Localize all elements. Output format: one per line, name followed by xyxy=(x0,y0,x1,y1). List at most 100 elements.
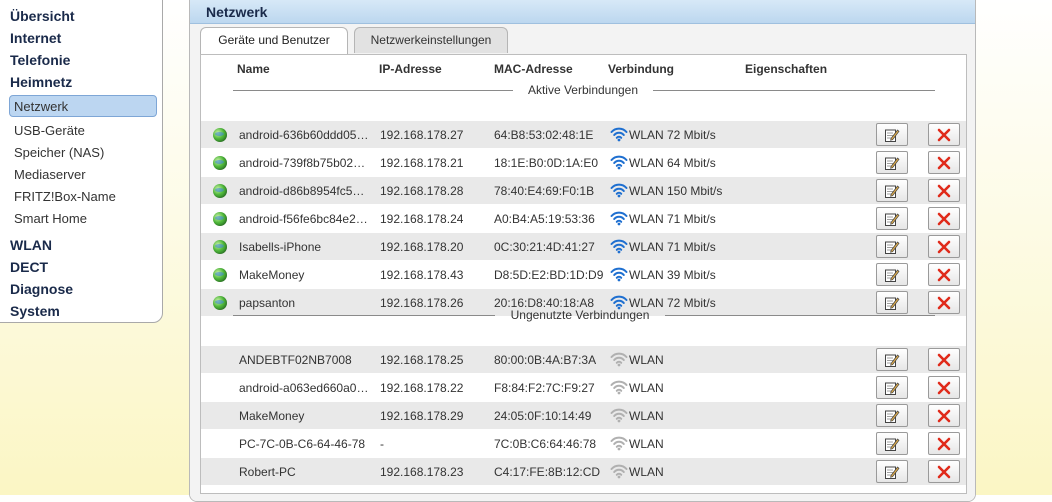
mac-address: 0C:30:21:4D:41:27 xyxy=(494,240,595,254)
wifi-icon xyxy=(610,462,628,480)
ip-address: 192.168.178.24 xyxy=(380,212,464,226)
sidebar-item-fritz-box-name[interactable]: FRITZ!Box-Name xyxy=(14,189,116,204)
ip-address: 192.168.178.29 xyxy=(380,409,464,423)
wifi-icon xyxy=(610,209,628,227)
ip-address: 192.168.178.43 xyxy=(380,268,464,282)
section-label-unused: Ungenutzte Verbindungen xyxy=(510,308,650,322)
delete-button[interactable] xyxy=(928,404,960,427)
sidebar-item-heimnetz[interactable]: Heimnetz xyxy=(10,74,72,90)
connection-status: WLAN xyxy=(629,409,664,423)
table-row[interactable]: android-f56fe6bc84e2… 192.168.178.24 A0:B4… xyxy=(201,205,966,232)
table-row[interactable]: PC-7C-0B-C6-64-46-78- 7C:0B:C6:64:46:78 WL… xyxy=(201,430,966,457)
column-header-connection[interactable]: Verbindung xyxy=(608,62,674,76)
table-row[interactable]: Isabells-iPhone 192.168.178.20 0C:30:21:4D… xyxy=(201,233,966,260)
delete-button[interactable] xyxy=(928,376,960,399)
device-name: android-a063ed660a0… xyxy=(239,381,369,395)
delete-button[interactable] xyxy=(928,151,960,174)
ip-address: 192.168.178.26 xyxy=(380,296,464,310)
device-name: papsanton xyxy=(239,296,296,310)
delete-button[interactable] xyxy=(928,460,960,483)
panel-header: Netzwerk xyxy=(190,0,975,24)
delete-button[interactable] xyxy=(928,291,960,314)
sidebar-item-system[interactable]: System xyxy=(10,303,60,319)
edit-button[interactable] xyxy=(876,179,908,202)
edit-button[interactable] xyxy=(876,432,908,455)
sidebar-item-mediaserver[interactable]: Mediaserver xyxy=(14,167,86,182)
globe-icon xyxy=(213,156,227,170)
sidebar-item-usb-ger-te[interactable]: USB-Geräte xyxy=(14,123,85,138)
device-name: Robert-PC xyxy=(239,465,296,479)
column-header-name[interactable]: Name xyxy=(237,62,270,76)
column-header-ip[interactable]: IP-Adresse xyxy=(379,62,442,76)
ip-address: 192.168.178.25 xyxy=(380,353,464,367)
edit-button[interactable] xyxy=(876,235,908,258)
ip-address: 192.168.178.27 xyxy=(380,128,464,142)
tab-netzwerkeinstellungen[interactable]: Netzwerkeinstellungen xyxy=(354,27,508,53)
connection-status: WLAN xyxy=(629,353,664,367)
sidebar-item-dect[interactable]: DECT xyxy=(10,259,48,275)
table-row[interactable]: android-a063ed660a0… 192.168.178.22 F8:84:… xyxy=(201,374,966,401)
sidebar-item-bersicht[interactable]: Übersicht xyxy=(10,8,75,24)
device-name: PC-7C-0B-C6-64-46-78 xyxy=(239,437,366,451)
edit-button[interactable] xyxy=(876,151,908,174)
delete-button[interactable] xyxy=(928,263,960,286)
table-row[interactable]: MakeMoney 192.168.178.43 D8:5D:E2:BD:1D:D9… xyxy=(201,261,966,288)
ip-address: 192.168.178.28 xyxy=(380,184,464,198)
table-row[interactable]: Robert-PC 192.168.178.23 C4:17:FE:8B:12:CD… xyxy=(201,458,966,485)
sidebar-item-internet[interactable]: Internet xyxy=(10,30,61,46)
section-divider xyxy=(233,90,513,91)
device-name: ANDEBTF02NB7008 xyxy=(239,353,352,367)
connection-status: WLAN 71 Mbit/s xyxy=(629,212,716,226)
globe-icon xyxy=(213,296,227,310)
mac-address: 64:B8:53:02:48:1E xyxy=(494,128,594,142)
mac-address: A0:B4:A5:19:53:36 xyxy=(494,212,595,226)
table-row[interactable]: ANDEBTF02NB7008 192.168.178.25 80:00:0B:4A… xyxy=(201,346,966,373)
mac-address: F8:84:F2:7C:F9:27 xyxy=(494,381,595,395)
sidebar-item-telefonie[interactable]: Telefonie xyxy=(10,52,70,68)
connection-status: WLAN 64 Mbit/s xyxy=(629,156,716,170)
delete-button[interactable] xyxy=(928,123,960,146)
sidebar-item-speicher-nas[interactable]: Speicher (NAS) xyxy=(14,145,104,160)
table-row[interactable]: android-d86b8954fc5… 192.168.178.28 78:40:… xyxy=(201,177,966,204)
delete-button[interactable] xyxy=(928,179,960,202)
section-divider xyxy=(233,315,495,316)
column-header-properties: Eigenschaften xyxy=(745,62,828,76)
edit-button[interactable] xyxy=(876,460,908,483)
edit-button[interactable] xyxy=(876,291,908,314)
device-name: Isabells-iPhone xyxy=(239,240,322,254)
wifi-icon xyxy=(610,237,628,255)
edit-button[interactable] xyxy=(876,348,908,371)
wifi-icon xyxy=(610,153,628,171)
delete-button[interactable] xyxy=(928,235,960,258)
globe-icon xyxy=(213,128,227,142)
mac-address: 24:05:0F:10:14:49 xyxy=(494,409,592,423)
delete-button[interactable] xyxy=(928,348,960,371)
device-name: android-d86b8954fc5… xyxy=(239,184,365,198)
connection-status: WLAN 71 Mbit/s xyxy=(629,240,716,254)
column-header-mac[interactable]: MAC-Adresse xyxy=(494,62,573,76)
delete-button[interactable] xyxy=(928,207,960,230)
section-divider xyxy=(665,315,935,316)
table-row[interactable]: android-636b60ddd05… 192.168.178.27 64:B8:… xyxy=(201,121,966,148)
tab-geraete-und-benutzer[interactable]: Geräte und Benutzer xyxy=(200,27,348,55)
device-name: MakeMoney xyxy=(239,268,305,282)
ip-address: 192.168.178.20 xyxy=(380,240,464,254)
edit-button[interactable] xyxy=(876,123,908,146)
device-name: android-739f8b75b02… xyxy=(239,156,366,170)
ip-address: 192.168.178.22 xyxy=(380,381,464,395)
ip-address: - xyxy=(380,437,384,451)
globe-icon xyxy=(213,268,227,282)
sidebar-item-diagnose[interactable]: Diagnose xyxy=(10,281,73,297)
sidebar-item-wlan[interactable]: WLAN xyxy=(10,237,52,253)
edit-button[interactable] xyxy=(876,207,908,230)
edit-button[interactable] xyxy=(876,404,908,427)
delete-button[interactable] xyxy=(928,432,960,455)
table-row[interactable]: MakeMoney 192.168.178.29 24:05:0F:10:14:49… xyxy=(201,402,966,429)
edit-button[interactable] xyxy=(876,376,908,399)
sidebar-item-netzwerk[interactable]: Netzwerk xyxy=(14,99,68,114)
sidebar-item-smart-home[interactable]: Smart Home xyxy=(14,211,87,226)
wifi-icon xyxy=(610,350,628,368)
device-name: android-f56fe6bc84e2… xyxy=(239,212,368,226)
edit-button[interactable] xyxy=(876,263,908,286)
table-row[interactable]: android-739f8b75b02… 192.168.178.21 18:1E:… xyxy=(201,149,966,176)
